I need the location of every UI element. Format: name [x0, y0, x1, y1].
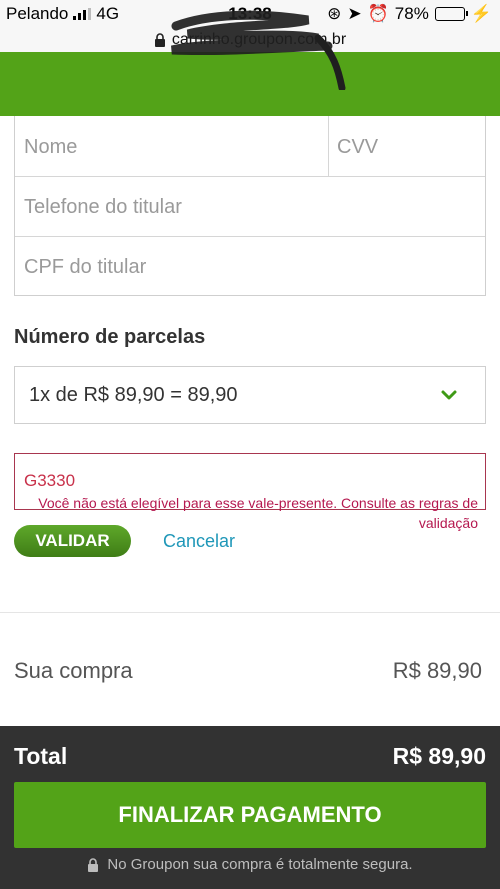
secure-note-text: No Groupon sua compra é totalmente segur…: [107, 856, 413, 873]
finish-payment-button[interactable]: FINALIZAR PAGAMENTO: [14, 782, 486, 848]
validate-button[interactable]: VALIDAR: [14, 525, 131, 557]
installments-selected-value: 1x de R$ 89,90 = 89,90: [29, 383, 238, 406]
secure-note: No Groupon sua compra é totalmente segur…: [0, 856, 500, 873]
name-field[interactable]: Nome: [24, 136, 77, 159]
chevron-down-icon: [441, 390, 457, 400]
checkout-footer: Total R$ 89,90 FINALIZAR PAGAMENTO No Gr…: [0, 726, 500, 889]
total-label: Total: [14, 743, 68, 769]
purchase-value: R$ 89,90: [392, 658, 482, 683]
section-divider: [0, 612, 500, 613]
charging-icon: ⚡: [470, 4, 492, 23]
cpf-field[interactable]: CPF do titular: [24, 256, 146, 279]
field-divider: [15, 236, 485, 237]
card-details-form: Nome CVV Telefone do titular CPF do titu…: [14, 116, 486, 296]
location-icon: ➤: [347, 4, 362, 23]
battery-percent: 78%: [394, 4, 429, 23]
redaction-scribble: [171, 10, 346, 90]
field-divider: [15, 176, 485, 177]
total-value: R$ 89,90: [392, 743, 486, 769]
field-divider: [328, 116, 329, 176]
cancel-link[interactable]: Cancelar: [163, 531, 235, 552]
phone-field[interactable]: Telefone do titular: [24, 196, 182, 219]
cvv-field[interactable]: CVV: [337, 136, 378, 159]
alarm-icon: ⏰: [367, 4, 389, 23]
lock-icon: [154, 33, 165, 47]
installments-select[interactable]: 1x de R$ 89,90 = 89,90: [14, 366, 486, 424]
battery-icon: [434, 7, 468, 21]
lock-icon: [88, 857, 99, 872]
purchase-label: Sua compra: [14, 658, 133, 683]
voucher-code-value: G3330: [24, 471, 76, 490]
installments-title: Número de parcelas: [14, 326, 206, 348]
